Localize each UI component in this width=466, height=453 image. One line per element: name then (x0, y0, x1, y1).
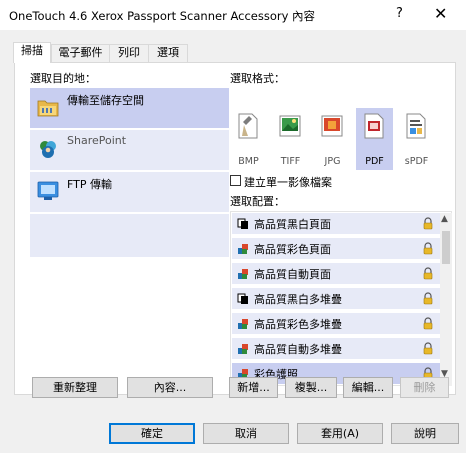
format-heading: 選取格式： (230, 72, 285, 85)
destination-item-transfer-to-storage[interactable]: 傳輸至儲存空間 (30, 88, 229, 129)
tiff-icon (279, 115, 301, 137)
color-page-icon (238, 244, 248, 254)
format-label: BMP (238, 156, 259, 167)
destination-list-empty-area (30, 214, 229, 257)
edit-button[interactable]: 編輯... (343, 377, 393, 398)
copy-button[interactable]: 複製... (285, 377, 337, 398)
refresh-button[interactable]: 重新整理 (32, 377, 118, 398)
destination-heading: 選取目的地： (30, 72, 96, 85)
dialog-body: 掃描 電子郵件 列印 選項 選取目的地： 傳輸至儲存空間 SharePoint … (0, 30, 466, 453)
configuration-item[interactable]: 高品質自動多堆疊 (232, 338, 440, 359)
configuration-label: 高品質自動頁面 (254, 268, 331, 281)
configuration-label: 高品質黑白頁面 (254, 218, 331, 231)
destination-label: FTP 傳輸 (67, 178, 112, 191)
configuration-item[interactable]: 高品質黑白多堆疊 (232, 288, 440, 309)
format-label: JPG (324, 156, 341, 167)
sharepoint-icon (40, 141, 56, 158)
format-tiff[interactable]: TIFF (272, 108, 309, 170)
close-icon[interactable]: ✕ (434, 4, 447, 23)
tab-label: 列印 (118, 46, 140, 59)
format-spdf[interactable]: sPDF (398, 108, 435, 170)
scan-panel: 選取目的地： 傳輸至儲存空間 SharePoint FTP 傳輸 選取格式： B… (14, 62, 456, 395)
configuration-label: 高品質自動多堆疊 (254, 343, 342, 356)
format-label: TIFF (280, 156, 301, 167)
tab-scan[interactable]: 掃描 (13, 42, 51, 63)
tab-label: 電子郵件 (58, 46, 103, 59)
format-jpg[interactable]: JPG (314, 108, 351, 170)
ok-button[interactable]: 確定 (109, 423, 195, 444)
configuration-scrollbar[interactable]: ▲ ▼ (440, 213, 452, 386)
configuration-item[interactable]: 高品質自動頁面 (232, 263, 440, 284)
configuration-list: 高品質黑白頁面 高品質彩色頁面 高品質自動頁面 高品質黑白多堆疊 高品質彩色多堆 (230, 211, 452, 386)
format-pdf[interactable]: PDF (356, 108, 393, 170)
properties-button[interactable]: 內容... (127, 377, 213, 398)
tab-label: 掃描 (21, 44, 43, 57)
format-label: sPDF (404, 156, 429, 167)
lock-icon (423, 242, 433, 255)
checkbox-box[interactable] (230, 175, 241, 186)
scroll-thumb[interactable] (442, 231, 450, 264)
help-button[interactable]: 說明 (391, 423, 459, 444)
destination-label: SharePoint (67, 134, 127, 147)
lock-icon (423, 317, 433, 330)
format-bmp[interactable]: BMP (230, 108, 267, 170)
color-page-icon (238, 344, 248, 354)
ftp-icon (37, 181, 59, 200)
configuration-heading: 選取配置： (230, 195, 285, 208)
destination-item-sharepoint[interactable]: SharePoint (30, 130, 229, 171)
configuration-item[interactable]: 高品質彩色頁面 (232, 238, 440, 259)
tab-label: 選項 (157, 46, 179, 59)
bw-page-icon (237, 218, 248, 229)
format-label: PDF (365, 156, 384, 167)
help-icon[interactable]: ? (396, 6, 403, 21)
title-bar: OneTouch 4.6 Xerox Passport Scanner Acce… (0, 0, 466, 30)
configuration-label: 高品質彩色多堆疊 (254, 318, 342, 331)
configuration-label: 高品質黑白多堆疊 (254, 293, 342, 306)
destination-list: 傳輸至儲存空間 SharePoint FTP 傳輸 (30, 88, 229, 257)
destination-label: 傳輸至儲存空間 (67, 94, 144, 107)
tab-email[interactable]: 電子郵件 (51, 44, 110, 62)
apply-button[interactable]: 套用(A) (297, 423, 383, 444)
scroll-up-icon[interactable]: ▲ (441, 214, 448, 224)
spdf-icon (406, 113, 426, 139)
new-button[interactable]: 新增... (229, 377, 278, 398)
delete-button[interactable]: 刪除 (400, 377, 449, 398)
tab-print[interactable]: 列印 (109, 44, 149, 62)
lock-icon (423, 342, 433, 355)
single-image-label: 建立單一影像檔案 (244, 176, 332, 189)
configuration-item[interactable]: 高品質彩色多堆疊 (232, 313, 440, 334)
configuration-item[interactable]: 高品質黑白頁面 (232, 213, 440, 234)
pdf-icon (364, 113, 384, 139)
color-page-icon (238, 319, 248, 329)
lock-icon (423, 292, 433, 305)
color-page-icon (238, 269, 248, 279)
tab-options[interactable]: 選項 (148, 44, 188, 62)
destination-item-ftp[interactable]: FTP 傳輸 (30, 172, 229, 213)
configuration-label: 高品質彩色頁面 (254, 243, 331, 256)
cancel-button[interactable]: 取消 (203, 423, 289, 444)
window-title: OneTouch 4.6 Xerox Passport Scanner Acce… (9, 9, 316, 23)
folder-icon (37, 100, 59, 117)
bw-page-icon (237, 293, 248, 304)
lock-icon (423, 217, 433, 230)
bmp-icon (238, 113, 258, 139)
jpg-icon (321, 115, 343, 137)
lock-icon (423, 267, 433, 280)
format-selector: BMP TIFF JPG PDF sPDF (230, 108, 454, 170)
